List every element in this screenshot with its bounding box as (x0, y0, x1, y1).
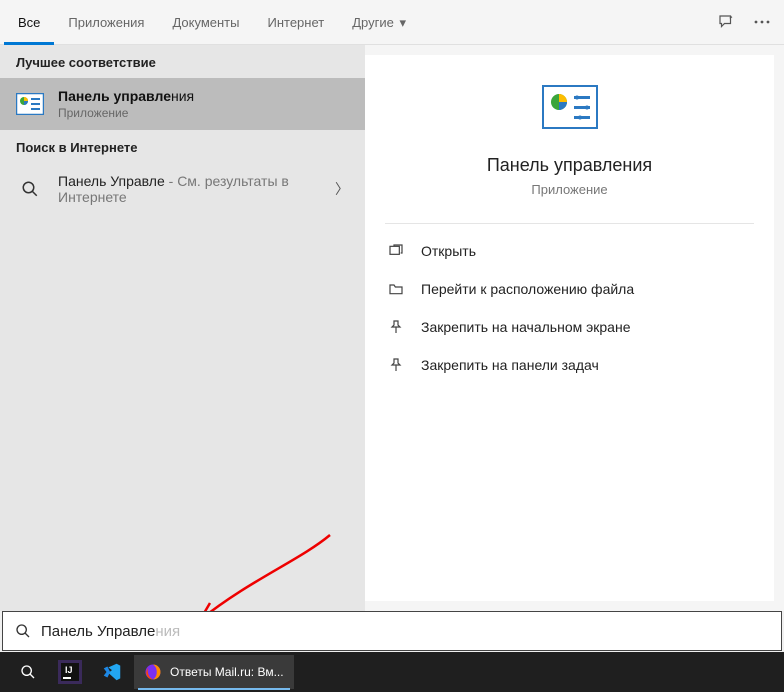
search-input[interactable] (41, 623, 769, 640)
svg-text:IJ: IJ (65, 665, 73, 675)
search-results-panel: Все Приложения Документы Интернет Другие… (0, 0, 784, 611)
chevron-right-icon: 〉 (335, 179, 349, 199)
taskbar: IJ Ответы Mail.ru: Вм... (0, 652, 784, 692)
web-search-header: Поиск в Интернете (0, 130, 365, 163)
detail-title: Панель управления (365, 155, 774, 176)
pin-start-icon (387, 318, 405, 336)
search-icon (15, 623, 31, 639)
web-result-text: Панель Управле - См. результаты в Интерн… (58, 173, 321, 205)
open-icon (387, 242, 405, 260)
action-pin-taskbar[interactable]: Закрепить на панели задач (365, 346, 774, 384)
tab-web[interactable]: Интернет (253, 0, 338, 45)
pin-taskbar-icon (387, 356, 405, 374)
action-open-file-location[interactable]: Перейти к расположению файла (365, 270, 774, 308)
action-open-label: Открыть (421, 243, 476, 259)
action-open-location-label: Перейти к расположению файла (421, 281, 634, 297)
result-web-search[interactable]: Панель Управле - См. результаты в Интерн… (0, 163, 365, 215)
taskbar-app-intellij[interactable]: IJ (50, 655, 90, 689)
tab-other-label: Другие (352, 15, 394, 30)
control-panel-icon (16, 90, 44, 118)
result-control-panel[interactable]: Панель управления Приложение (0, 78, 365, 130)
best-match-header: Лучшее соответствие (0, 45, 365, 78)
detail-subtitle: Приложение (365, 182, 774, 197)
detail-icon-wrap (365, 85, 774, 129)
result-title: Панель управления (58, 88, 349, 104)
search-body: Лучшее соответствие Панель управления Пр… (0, 45, 784, 611)
folder-icon (387, 280, 405, 298)
more-options-icon[interactable] (744, 4, 780, 40)
taskbar-app-vscode[interactable] (92, 655, 132, 689)
action-pin-taskbar-label: Закрепить на панели задач (421, 357, 599, 373)
taskbar-search-box[interactable]: Панель Управления (2, 611, 782, 651)
action-open[interactable]: Открыть (365, 232, 774, 270)
tab-documents[interactable]: Документы (158, 0, 253, 45)
tab-apps[interactable]: Приложения (54, 0, 158, 45)
search-icon (16, 175, 44, 203)
web-result-title: Панель Управле - См. результаты в Интерн… (58, 173, 321, 205)
result-detail-pane: Панель управления Приложение Открыть Пер… (365, 55, 774, 601)
firefox-icon (144, 663, 162, 681)
control-panel-large-icon (542, 85, 598, 129)
action-pin-start[interactable]: Закрепить на начальном экране (365, 308, 774, 346)
result-title-match: Панель управле (58, 88, 171, 104)
taskbar-app-firefox[interactable]: Ответы Mail.ru: Вм... (134, 655, 294, 689)
result-title-rest: ния (171, 88, 194, 104)
action-pin-start-label: Закрепить на начальном экране (421, 319, 631, 335)
tab-all[interactable]: Все (4, 0, 54, 45)
tab-other[interactable]: Другие ▾ (338, 0, 420, 45)
web-result-match: Панель Управле (58, 173, 165, 189)
taskbar-search-button[interactable] (8, 655, 48, 689)
results-list: Лучшее соответствие Панель управления Пр… (0, 45, 365, 611)
result-text: Панель управления Приложение (58, 88, 349, 120)
detail-separator (385, 223, 754, 224)
result-subtitle: Приложение (58, 106, 349, 120)
chevron-down-icon: ▾ (399, 15, 406, 30)
feedback-icon[interactable] (708, 4, 744, 40)
taskbar-window-title: Ответы Mail.ru: Вм... (170, 665, 284, 679)
search-tabs: Все Приложения Документы Интернет Другие… (0, 0, 784, 45)
